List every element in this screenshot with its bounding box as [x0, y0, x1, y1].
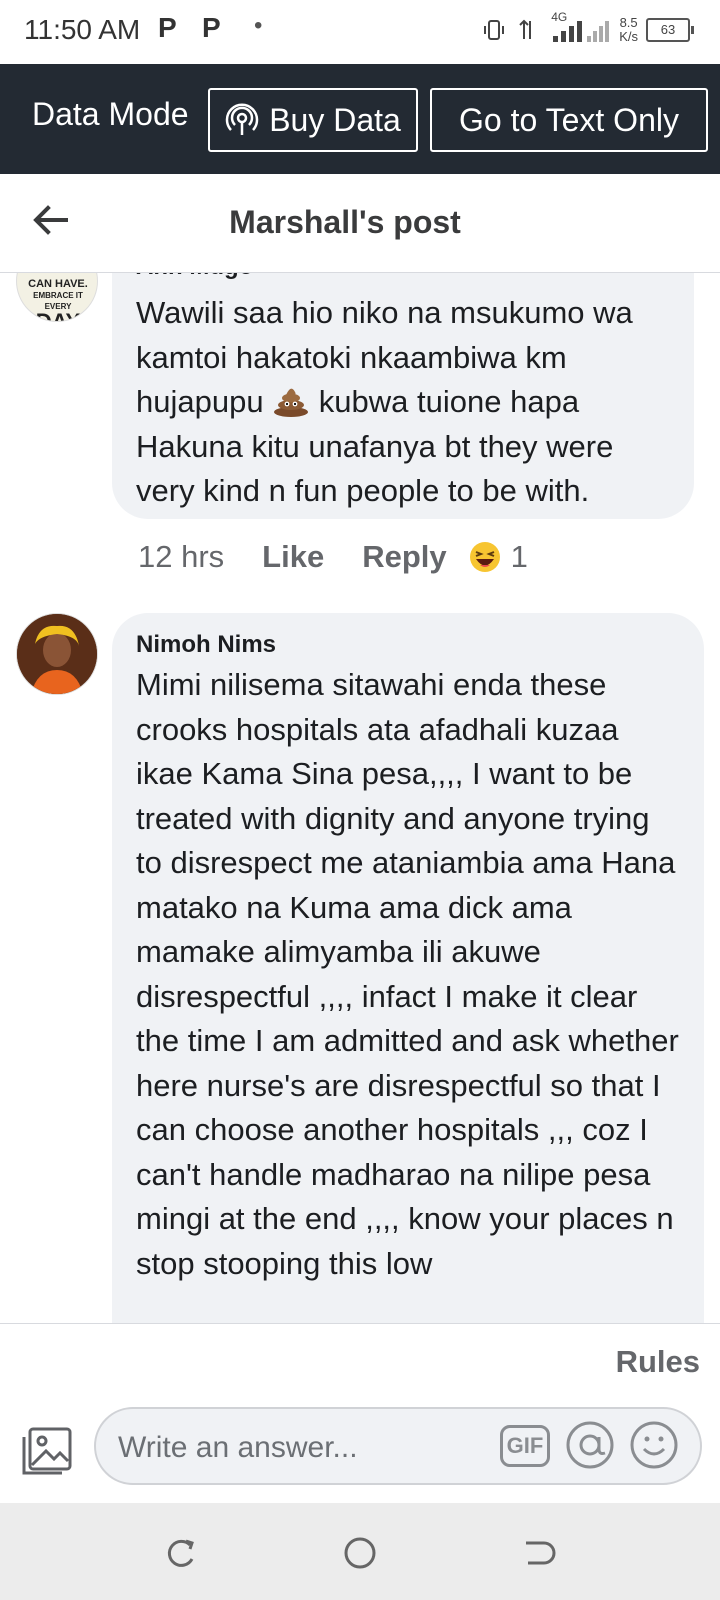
comment-time: 12 hrs [138, 539, 225, 574]
like-button[interactable]: Like [262, 539, 324, 575]
post-header: Marshall's post [0, 174, 720, 273]
reaction-count: 1 [510, 539, 528, 574]
text-only-label: Go to Text Only [459, 101, 679, 138]
network-speed: 8.5 K/s [619, 15, 638, 44]
data-mode-label: Data Mode [32, 96, 189, 132]
buy-data-button[interactable]: Buy Data [208, 88, 418, 152]
answer-placeholder: Write an answer... [118, 1431, 358, 1464]
vibrate-icon [484, 20, 505, 40]
rules-link[interactable]: Rules [616, 1344, 700, 1380]
reply-button[interactable]: Reply [362, 539, 446, 575]
comment-author[interactable]: Ann Mugo [136, 273, 253, 281]
avatar[interactable]: CAN HAVE. EMBRACE IT EVERY DAY [16, 273, 98, 322]
haha-emoji-icon [469, 542, 500, 572]
broadcast-icon [226, 103, 259, 135]
page-title: Marshall's post [229, 204, 461, 240]
comments-list: CAN HAVE. EMBRACE IT EVERY DAY Ann Mugo … [0, 273, 720, 1323]
recents-icon[interactable] [162, 1535, 198, 1571]
more-notifications-dot: • [254, 12, 263, 39]
mention-icon[interactable] [564, 1419, 616, 1471]
comment-author[interactable]: Nimoh Nims [136, 631, 276, 659]
status-icons: 4G 8.5 K/s 63 [483, 10, 694, 50]
photo-icon[interactable] [20, 1425, 74, 1477]
comment-text: Mimi nilisema sitawahi enda these crooks… [136, 667, 679, 1281]
emoji-icon[interactable] [628, 1419, 680, 1471]
data-transfer-icon [519, 19, 532, 39]
poop-emoji-icon [274, 388, 309, 417]
rules-bar: Rules [0, 1323, 720, 1394]
system-nav-bar [0, 1503, 720, 1600]
notification-p-icon: P [202, 12, 221, 43]
profile-photo [17, 614, 97, 694]
status-time: 11:50 AM [24, 14, 141, 45]
comment-bubble[interactable]: Nimoh Nims Mimi nilisema sitawahi enda t… [112, 613, 704, 1323]
comment-text: Wawili saa hio niko na msukumo wa kamtoi… [136, 295, 633, 508]
buy-data-label: Buy Data [269, 101, 401, 138]
avatar[interactable] [16, 613, 98, 695]
notification-p-icon: P [158, 12, 177, 43]
reaction-summary[interactable]: 1 [469, 539, 528, 575]
comment-composer: Write an answer... GIF [0, 1393, 720, 1503]
text-only-button[interactable]: Go to Text Only [430, 88, 708, 152]
status-bar: 11:50 AM P P • 4G 8.5 K/s 63 [0, 0, 720, 64]
battery-icon: 63 [646, 18, 694, 42]
comment-bubble[interactable]: Ann Mugo Wawili saa hio niko na msukumo … [112, 273, 694, 519]
data-mode-bar: Data Mode Buy Data Go to Text Only [0, 64, 720, 174]
back-icon[interactable] [522, 1535, 558, 1571]
comment-actions: 12 hrs Like Reply 1 [138, 537, 528, 577]
home-icon[interactable] [342, 1535, 378, 1571]
signal-4g-icon: 4G [551, 10, 611, 44]
answer-input[interactable]: Write an answer... GIF [94, 1407, 702, 1485]
gif-button[interactable]: GIF [500, 1425, 550, 1467]
